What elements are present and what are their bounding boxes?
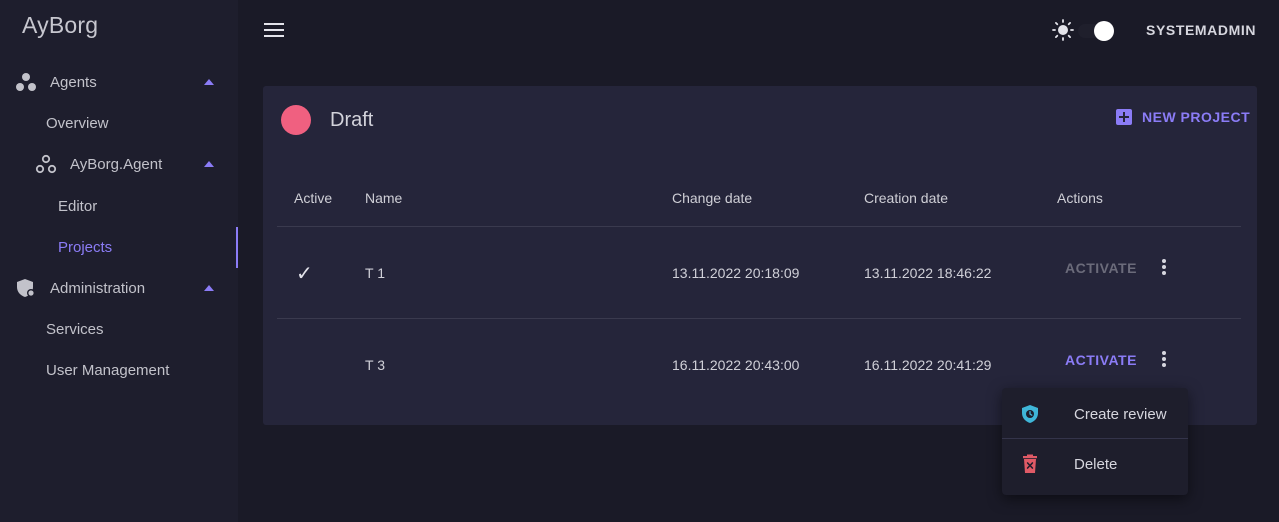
menu-item-label: Delete [1074, 455, 1118, 473]
sidebar-item-ayborg-agent[interactable]: AyBorg.Agent [0, 144, 238, 184]
change-date: 13.11.2022 20:18:09 [672, 265, 800, 281]
sidebar: AyBorg Agents Overview AyBorg.Agent Edit… [0, 0, 238, 522]
project-card: Draft NEW PROJECT Active Name Change dat… [263, 86, 1257, 425]
sidebar-item-editor[interactable]: Editor [0, 186, 238, 226]
column-header-actions: Actions [1057, 190, 1103, 206]
sidebar-item-label: Projects [58, 238, 113, 256]
user-menu-button[interactable]: SYSTEMADMIN [1146, 22, 1256, 38]
sidebar-item-label: User Management [46, 361, 170, 379]
project-name: T 1 [365, 265, 385, 281]
sidebar-item-label: Overview [46, 114, 109, 132]
sidebar-item-projects[interactable]: Projects [0, 227, 238, 267]
sun-icon [1052, 19, 1074, 41]
divider [277, 226, 1241, 227]
creation-date: 16.11.2022 20:41:29 [864, 357, 992, 373]
sidebar-item-label: AyBorg.Agent [70, 155, 163, 173]
check-icon: ✓ [296, 263, 313, 285]
trash-icon [1021, 454, 1039, 474]
activate-button[interactable]: ACTIVATE [1065, 260, 1137, 276]
menu-item-create-review[interactable]: Create review [1002, 389, 1188, 439]
caret-up-icon [204, 161, 214, 167]
column-header-creation-date[interactable]: Creation date [864, 190, 948, 206]
column-header-change-date[interactable]: Change date [672, 190, 752, 206]
menu-item-delete[interactable]: Delete [1002, 439, 1188, 489]
theme-toggle[interactable] [1074, 21, 1114, 41]
sidebar-item-user-management[interactable]: User Management [0, 350, 238, 390]
sidebar-item-services[interactable]: Services [0, 309, 238, 349]
sidebar-item-label: Editor [58, 197, 98, 215]
column-header-name[interactable]: Name [365, 190, 402, 206]
sidebar-item-agents[interactable]: Agents [0, 62, 238, 102]
card-title: Draft [330, 109, 374, 131]
creation-date: 13.11.2022 18:46:22 [864, 265, 992, 281]
more-vert-icon[interactable] [1154, 349, 1174, 369]
column-header-active[interactable]: Active [294, 190, 332, 206]
shield-clock-icon [1021, 404, 1039, 424]
activate-button[interactable]: ACTIVATE [1065, 352, 1137, 368]
sidebar-item-administration[interactable]: Administration [0, 268, 238, 308]
row-context-menu: Create review Delete [1002, 388, 1188, 495]
more-vert-icon[interactable] [1154, 257, 1174, 277]
new-project-label: NEW PROJECT [1142, 109, 1251, 125]
new-project-button[interactable]: NEW PROJECT [1116, 109, 1250, 125]
toggle-knob [1094, 21, 1114, 41]
app-brand: AyBorg [22, 12, 99, 38]
menu-icon[interactable] [264, 23, 284, 37]
change-date: 16.11.2022 20:43:00 [672, 357, 800, 373]
status-indicator [281, 105, 311, 135]
caret-up-icon [204, 285, 214, 291]
sidebar-item-label: Agents [50, 73, 97, 91]
agent-node-icon [35, 153, 57, 175]
menu-item-label: Create review [1074, 405, 1167, 423]
admin-shield-icon [15, 277, 37, 299]
sidebar-item-label: Services [46, 320, 104, 338]
add-box-icon [1116, 109, 1132, 125]
project-name: T 3 [365, 357, 385, 373]
agents-icon [15, 71, 37, 93]
sidebar-item-overview[interactable]: Overview [0, 103, 238, 143]
active-indicator [236, 227, 238, 268]
caret-up-icon [204, 79, 214, 85]
sidebar-item-label: Administration [50, 279, 146, 297]
divider [277, 318, 1241, 319]
